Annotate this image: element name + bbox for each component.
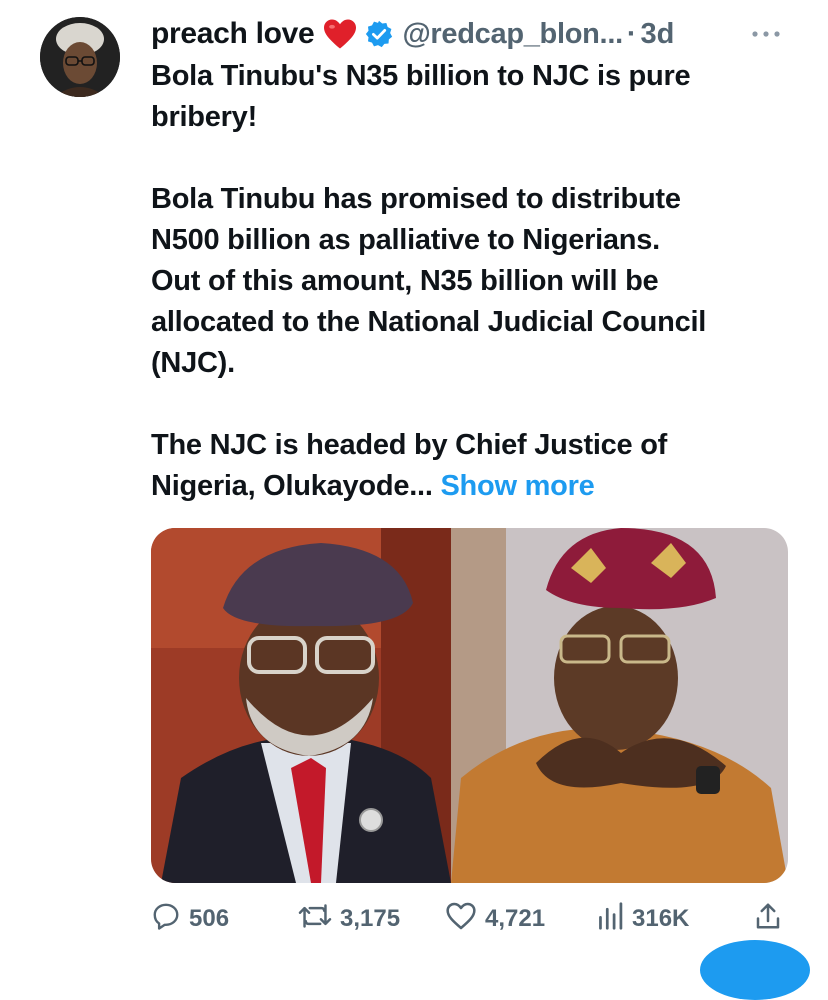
avatar[interactable] — [40, 17, 120, 97]
separator-dot: · — [626, 17, 637, 50]
text-line: (NJC). — [151, 347, 235, 379]
media-photo — [151, 528, 788, 883]
share-button[interactable] — [754, 896, 782, 942]
heart-icon — [322, 18, 358, 50]
more-icon[interactable] — [746, 22, 786, 46]
tweet-header: preach love @redcap_blon... · 3d — [151, 14, 811, 54]
repost-button[interactable]: 3,175 — [298, 896, 400, 942]
text-line: Bola Tinubu's N35 billion to NJC is pure — [151, 60, 691, 92]
avatar-image — [40, 17, 120, 97]
text-line: bribery! — [151, 101, 257, 133]
verified-badge-icon[interactable] — [364, 19, 394, 49]
text-line: N500 billion as palliative to Nigerians. — [151, 224, 660, 256]
like-button[interactable]: 4,721 — [445, 896, 545, 942]
reply-count: 506 — [189, 905, 230, 932]
show-more-link[interactable]: Show more — [440, 470, 594, 502]
text-line: allocated to the National Judicial Counc… — [151, 306, 707, 338]
like-count: 4,721 — [485, 905, 546, 932]
display-name[interactable]: preach love — [151, 17, 315, 51]
views-button[interactable]: 316K — [596, 896, 689, 942]
tweet-text: Bola Tinubu's N35 billion to NJC is pure… — [151, 56, 801, 507]
views-count: 316K — [632, 905, 690, 932]
text-line: Out of this amount, N35 billion will be — [151, 265, 659, 297]
repost-icon — [298, 901, 332, 938]
reply-icon — [151, 901, 181, 938]
reply-button[interactable]: 506 — [151, 896, 229, 942]
tweet-media-image[interactable] — [151, 528, 788, 883]
tweet-actions: 506 3,175 4,721 316K — [151, 896, 791, 942]
compose-fab[interactable] — [700, 940, 810, 1000]
like-icon — [445, 901, 477, 938]
repost-count: 3,175 — [340, 905, 401, 932]
user-handle[interactable]: @redcap_blon... — [402, 18, 623, 51]
text-truncated: Nigeria, Olukayode... — [151, 470, 433, 502]
text-line: Bola Tinubu has promised to distribute — [151, 183, 681, 215]
views-icon — [596, 901, 624, 938]
text-line-last: Nigeria, Olukayode... Show more — [151, 466, 801, 507]
text-line: The NJC is headed by Chief Justice of — [151, 429, 668, 461]
share-icon — [754, 901, 782, 938]
timestamp[interactable]: 3d — [641, 18, 675, 51]
